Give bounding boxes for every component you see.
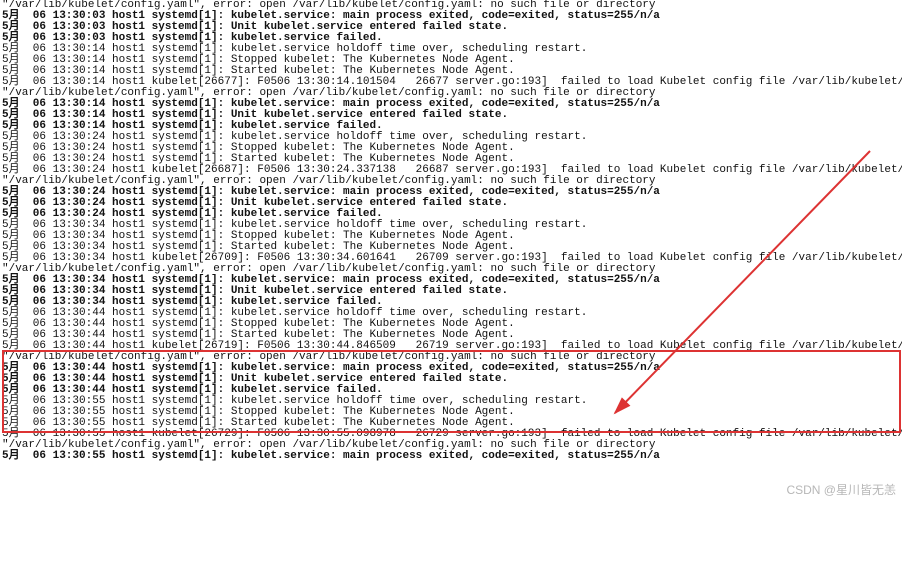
log-line: 5月 06 13:30:55 host1 systemd[1]: kubelet… [2,451,902,462]
terminal-output: "/var/lib/kubelet/config.yaml", error: o… [0,0,902,462]
watermark: CSDN @星川皆无恙 [786,485,896,496]
